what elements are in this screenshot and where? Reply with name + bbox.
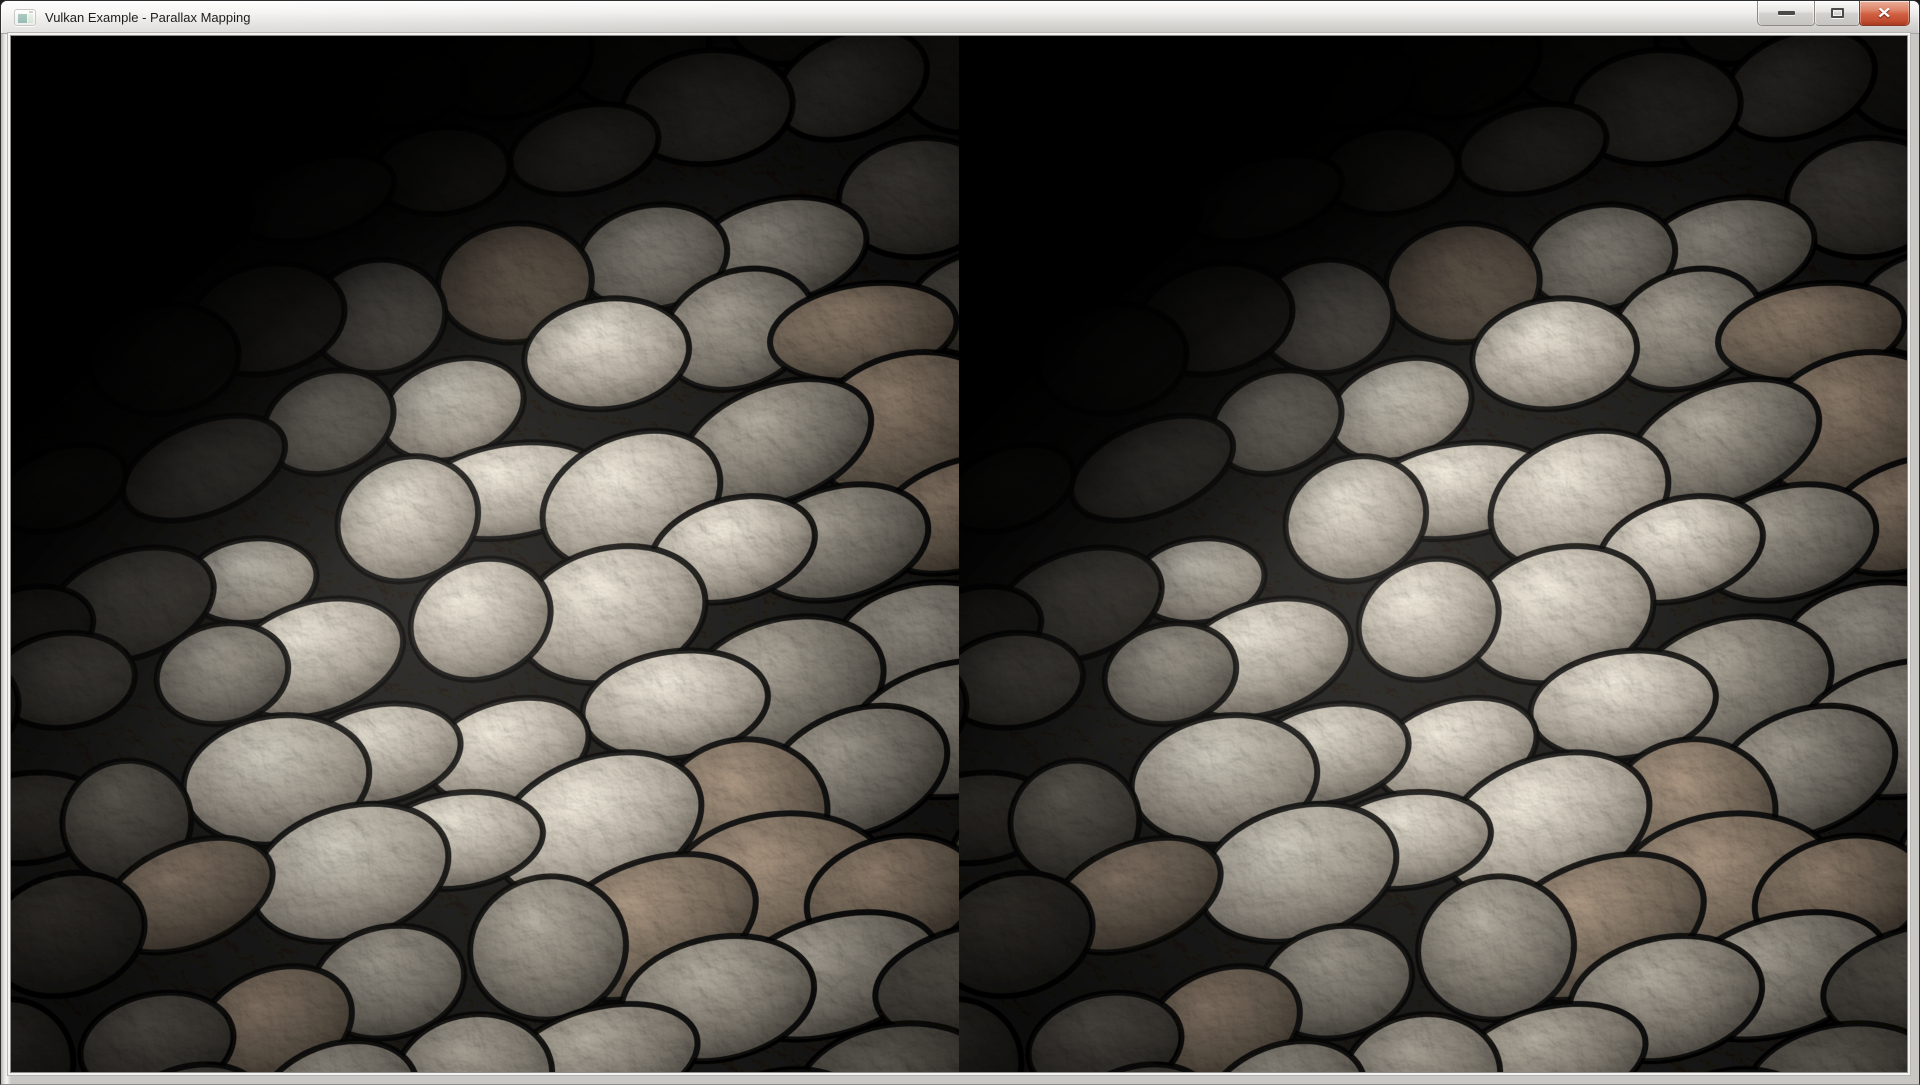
window-title: Vulkan Example - Parallax Mapping [45,10,250,25]
app-icon [14,9,36,26]
render-canvas-right [959,36,1907,1072]
render-area [11,36,1907,1072]
app-icon-detail [28,14,33,23]
window-controls: ✕ [1757,1,1910,26]
render-canvas-left [11,36,959,1072]
titlebar[interactable]: Vulkan Example - Parallax Mapping ✕ [1,1,1919,34]
viewport-right[interactable] [959,36,1907,1072]
viewport-left[interactable] [11,36,959,1072]
close-button[interactable]: ✕ [1859,1,1910,26]
restore-button[interactable] [1815,1,1860,26]
window-frame [1,34,1919,1084]
restore-icon [1831,8,1844,18]
app-icon-detail [29,11,33,13]
close-icon: ✕ [1877,6,1891,21]
minimize-button[interactable] [1757,1,1815,26]
app-window: Vulkan Example - Parallax Mapping ✕ [0,0,1920,1085]
app-icon-detail [18,14,27,23]
minimize-icon [1778,11,1795,15]
